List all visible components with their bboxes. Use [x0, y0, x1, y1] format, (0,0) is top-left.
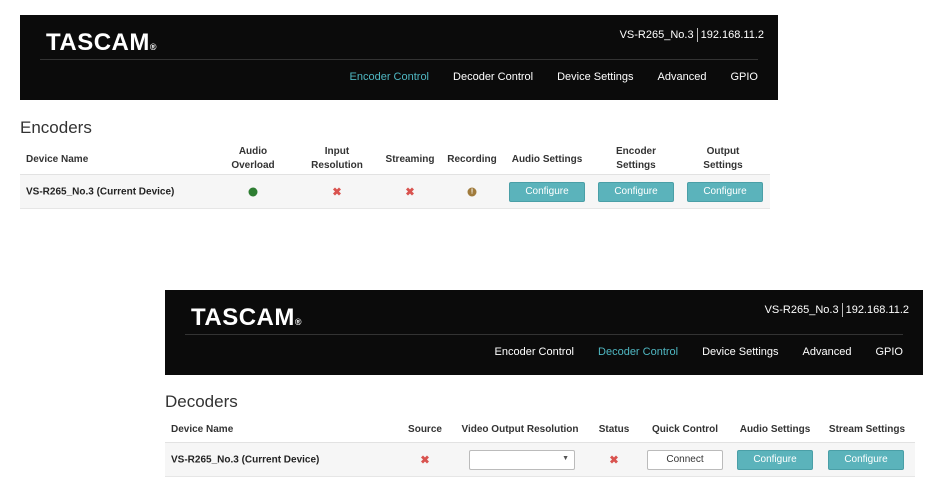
col-streaming: Streaming — [385, 154, 435, 165]
page-title: Encoders — [20, 118, 92, 137]
row-device-name: VS-R265_No.3 (Current Device) — [171, 454, 320, 465]
col-recording: Recording — [447, 154, 497, 165]
audio-configure-button[interactable]: Configure — [737, 449, 813, 470]
output-configure-button[interactable]: Configure — [687, 181, 763, 202]
device-info: VS-R265_No.3 192.168.11.2 — [765, 303, 909, 317]
main-nav: Encoder Control Decoder Control Device S… — [471, 346, 903, 358]
col-audio-settings: Audio Settings — [511, 154, 583, 165]
nav-encoder-control[interactable]: Encoder Control — [495, 346, 575, 358]
quick-control-cell: Connect — [647, 449, 723, 470]
separator — [696, 28, 698, 42]
ip-address: 192.168.11.2 — [845, 303, 909, 316]
dropdown-arrow-icon: ▼ — [562, 454, 569, 462]
nav-gpio[interactable]: GPIO — [875, 346, 903, 358]
page-title: Decoders — [165, 392, 238, 411]
table-row: VS-R265_No.3 (Current Device) ✖ ✖ ! Conf… — [20, 175, 770, 209]
audio-overload-status — [248, 187, 258, 196]
nav-device-settings[interactable]: Device Settings — [557, 71, 633, 83]
green-dot-icon — [248, 187, 258, 196]
tascam-logo: TASCAM® — [191, 304, 303, 331]
nav-advanced[interactable]: Advanced — [803, 346, 852, 358]
app-header: TASCAM® VS-R265_No.3 192.168.11.2 Encoder… — [165, 290, 923, 375]
app-header: TASCAM® VS-R265_No.3 192.168.11.2 Encoder… — [20, 15, 778, 100]
main-nav: Encoder Control Decoder Control Device S… — [326, 71, 758, 83]
col-encoder-settings: Encoder Settings — [615, 146, 657, 171]
nav-encoder-control[interactable]: Encoder Control — [350, 71, 430, 83]
device-info: VS-R265_No.3 192.168.11.2 — [620, 28, 764, 42]
connect-button[interactable]: Connect — [647, 449, 723, 470]
encoder-settings-cell: Configure — [598, 181, 674, 202]
encoders-table: Device Name Audio Overload Input Resolutio… — [20, 145, 770, 209]
nav-device-settings[interactable]: Device Settings — [702, 346, 778, 358]
col-status: Status — [598, 424, 630, 435]
col-audio-overload: Audio Overload — [231, 146, 275, 171]
separator — [841, 303, 843, 317]
col-device-name: Device Name — [26, 154, 89, 165]
device-name: VS-R265_No.3 — [764, 303, 839, 316]
decoder-page: TASCAM® VS-R265_No.3 192.168.11.2 Encoder… — [165, 290, 923, 477]
col-device-name: Device Name — [171, 424, 234, 435]
header-divider — [185, 334, 903, 335]
col-video-output-resolution: Video Output Resolution — [461, 424, 579, 435]
nav-advanced[interactable]: Advanced — [658, 71, 707, 83]
x-mark-icon: ✖ — [420, 454, 430, 466]
col-stream-settings: Stream Settings — [828, 424, 906, 435]
table-row: VS-R265_No.3 (Current Device) ✖ ▼ ✖ Conn… — [165, 443, 915, 477]
x-mark-icon: ✖ — [609, 454, 619, 466]
header-divider — [40, 59, 758, 60]
encoder-configure-button[interactable]: Configure — [598, 181, 674, 202]
x-mark-icon: ✖ — [332, 186, 342, 198]
recording-status: ! — [467, 187, 477, 196]
tascam-logo: TASCAM® — [46, 29, 158, 56]
nav-decoder-control[interactable]: Decoder Control — [598, 346, 678, 358]
video-output-resolution-cell: ▼ — [469, 449, 575, 470]
video-output-resolution-select[interactable]: ▼ — [469, 449, 575, 470]
nav-decoder-control[interactable]: Decoder Control — [453, 71, 533, 83]
audio-configure-button[interactable]: Configure — [509, 181, 585, 202]
nav-gpio[interactable]: GPIO — [730, 71, 758, 83]
x-mark-icon: ✖ — [405, 186, 415, 198]
table-header: Device Name Source Video Output Resoluti… — [165, 419, 915, 443]
device-name: VS-R265_No.3 — [619, 28, 694, 41]
encoder-page: TASCAM® VS-R265_No.3 192.168.11.2 Encoder… — [20, 15, 778, 209]
audio-settings-cell: Configure — [509, 181, 585, 202]
col-audio-settings: Audio Settings — [739, 424, 811, 435]
output-settings-cell: Configure — [687, 181, 763, 202]
col-output-settings: Output Settings — [703, 146, 743, 171]
col-input-resolution: Input Resolution — [311, 146, 363, 171]
stream-configure-button[interactable]: Configure — [828, 449, 904, 470]
audio-settings-cell: Configure — [737, 449, 813, 470]
stream-settings-cell: Configure — [828, 449, 904, 470]
col-quick-control: Quick Control — [651, 424, 719, 435]
table-header: Device Name Audio Overload Input Resolutio… — [20, 145, 770, 175]
decoders-table: Device Name Source Video Output Resoluti… — [165, 419, 915, 477]
warning-icon: ! — [467, 187, 477, 196]
col-source: Source — [408, 424, 442, 435]
ip-address: 192.168.11.2 — [700, 28, 764, 41]
row-device-name: VS-R265_No.3 (Current Device) — [26, 186, 175, 197]
